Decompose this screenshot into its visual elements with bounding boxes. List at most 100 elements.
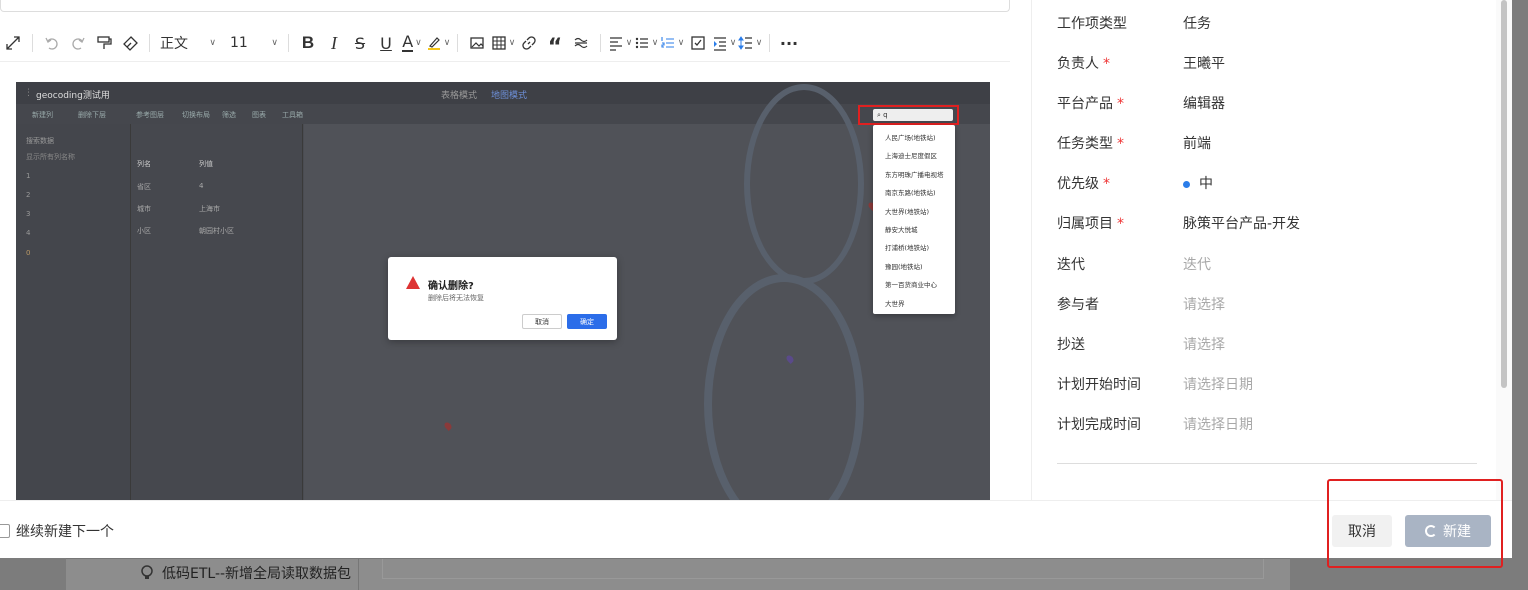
expand-icon[interactable]	[0, 30, 26, 56]
create-task-dialog: 正文 ∨ 11 ∨ B I S U A ∨ ∨ ∨ “ ∨ ∨ ∨ ∨ ∨ ··…	[0, 0, 1512, 558]
undo-icon[interactable]	[39, 30, 65, 56]
property-placeholder: 请选择	[1183, 337, 1225, 353]
background-task-row: 低码ETL--新增全局读取数据包	[66, 558, 1290, 590]
property-row-assignee[interactable]: 负责人 * 王曦平	[1057, 53, 1487, 73]
embedded-tool-item: 参考图层	[136, 111, 164, 119]
property-value: 前端	[1183, 136, 1211, 152]
quote-icon[interactable]: “	[542, 30, 568, 60]
property-row-start-date[interactable]: 计划开始时间 请选择日期	[1057, 374, 1487, 394]
property-row-type[interactable]: 工作项类型 任务	[1057, 13, 1487, 33]
embedded-table-cell: 朝园村小区	[199, 227, 234, 235]
indent-icon[interactable]: ∨	[711, 30, 737, 56]
property-row-iteration[interactable]: 迭代 迭代	[1057, 254, 1487, 274]
property-label: 归属项目 *	[1057, 213, 1183, 233]
redo-icon[interactable]	[65, 30, 91, 56]
property-row-priority[interactable]: 优先级 * 中	[1057, 173, 1487, 193]
properties-panel: 工作项类型 任务 负责人 * 王曦平 平台产品 * 编辑器 任务类型 * 前端 优先级…	[1031, 0, 1496, 500]
property-label: 任务类型 *	[1057, 133, 1183, 153]
italic-icon[interactable]: I	[321, 30, 347, 56]
line-height-icon[interactable]: ∨	[737, 30, 763, 56]
toolbar-divider	[600, 34, 601, 52]
chevron-down-icon: ∨	[508, 38, 516, 48]
checkbox-list-icon[interactable]	[685, 30, 711, 56]
property-label: 优先级 *	[1057, 173, 1183, 193]
required-star: *	[1117, 96, 1124, 112]
description-editor: 正文 ∨ 11 ∨ B I S U A ∨ ∨ ∨ “ ∨ ∨ ∨ ∨ ∨ ··…	[0, 0, 1030, 500]
property-label-text: 任务类型	[1057, 136, 1113, 152]
embedded-confirm-subtitle: 删除后将无法恢复	[428, 294, 484, 302]
background-divider	[358, 558, 359, 590]
property-label: 计划开始时间	[1057, 377, 1141, 393]
embedded-search-query: q	[883, 111, 888, 119]
embedded-tool-item: 删除下层	[78, 111, 106, 119]
eraser-icon[interactable]	[117, 30, 143, 56]
embedded-tree-item: 4	[26, 229, 31, 237]
property-row-project[interactable]: 归属项目 * 脉策平台产品-开发	[1057, 213, 1487, 233]
table-icon[interactable]: ∨	[490, 30, 516, 56]
chevron-down-icon: ∨	[677, 38, 685, 48]
embedded-table-header: 列值	[199, 160, 213, 168]
font-size-select[interactable]: 11 ∨	[226, 30, 282, 56]
font-color-icon[interactable]: A ∨	[399, 30, 425, 56]
bold-icon[interactable]: B	[295, 30, 321, 56]
underline-icon[interactable]: U	[373, 30, 399, 56]
property-placeholder: 请选择	[1183, 297, 1225, 313]
continue-create-label[interactable]: 继续新建下一个	[16, 521, 114, 541]
chevron-down-icon: ∨	[625, 38, 633, 48]
priority-value: 中	[1199, 176, 1213, 192]
property-row-participants[interactable]: 参与者 请选择	[1057, 294, 1487, 314]
embedded-topbar: ⋮ geocoding测试用 表格模式 地图模式	[16, 82, 990, 104]
embedded-result-item: 第一百货商业中心	[885, 281, 937, 290]
property-value: 中	[1183, 173, 1213, 193]
embedded-result-item: 大世界(地铁站)	[885, 207, 930, 216]
property-value: 编辑器	[1183, 96, 1225, 112]
embedded-search-results: 人民广场(地铁站) 上海迪士尼度假区 东方明珠广播电视塔 南京东路(地铁站) 大…	[873, 125, 955, 314]
embedded-result-item: 人民广场(地铁站)	[885, 134, 936, 142]
property-row-end-date[interactable]: 计划完成时间 请选择日期	[1057, 414, 1487, 434]
embedded-result-item: 打浦桥(地铁站)	[885, 244, 930, 253]
property-row-cc[interactable]: 抄送 请选择	[1057, 334, 1487, 354]
chevron-down-icon: ∨	[755, 38, 763, 48]
toolbar-divider	[457, 34, 458, 52]
title-input[interactable]	[0, 0, 1010, 12]
property-label: 参与者	[1057, 297, 1099, 313]
embedded-table-header: 列名	[137, 160, 151, 168]
paragraph-style-select[interactable]: 正文 ∨	[156, 30, 220, 56]
property-value: 脉策平台产品-开发	[1183, 216, 1301, 232]
scrollbar-thumb[interactable]	[1501, 0, 1507, 388]
more-icon[interactable]: ···	[776, 30, 802, 56]
embedded-tool-item: 工具箱	[282, 111, 303, 119]
embedded-result-item: 上海迪士尼度假区	[885, 152, 937, 161]
embedded-tree-item: 3	[26, 210, 31, 218]
embedded-view-tab: 地图模式	[491, 91, 528, 101]
embedded-tree-item: 1	[26, 172, 31, 180]
embedded-screenshot-image[interactable]: ⋮ geocoding测试用 表格模式 地图模式 新建列 删除下层 参考图层 切…	[16, 82, 990, 500]
embedded-result-item: 大世界	[885, 299, 905, 308]
property-value: 任务	[1183, 16, 1211, 32]
embedded-result-item: 静安大悦城	[885, 225, 918, 234]
embedded-tool-item: 切换布局	[182, 111, 210, 119]
divider-icon[interactable]	[568, 30, 594, 56]
strikethrough-icon[interactable]: S	[347, 30, 373, 56]
property-label: 负责人 *	[1057, 53, 1183, 73]
align-icon[interactable]: ∨	[607, 30, 633, 56]
embedded-tree-item: 0	[26, 249, 31, 257]
continue-create-checkbox[interactable]	[0, 524, 10, 538]
format-painter-icon[interactable]	[91, 30, 117, 56]
ordered-list-icon[interactable]: ∨	[659, 30, 685, 56]
bullet-list-icon[interactable]: ∨	[633, 30, 659, 56]
embedded-search: 搜索数据	[26, 137, 54, 145]
link-icon[interactable]	[516, 30, 542, 56]
property-placeholder: 请选择日期	[1183, 417, 1253, 433]
property-label-text: 优先级	[1057, 176, 1099, 192]
embedded-map-search: ⌕ q	[873, 109, 953, 121]
property-row-task-type[interactable]: 任务类型 * 前端	[1057, 133, 1487, 153]
embedded-tree-item: 2	[26, 191, 31, 199]
property-row-product[interactable]: 平台产品 * 编辑器	[1057, 93, 1487, 113]
embedded-result-item: 南京东路(地铁站)	[885, 189, 936, 198]
embedded-menu-icon: ⋮	[24, 88, 33, 98]
background-task-item: 低码ETL--新增全局读取数据包	[140, 563, 351, 583]
property-label: 平台产品 *	[1057, 93, 1183, 113]
image-icon[interactable]	[464, 30, 490, 56]
highlight-icon[interactable]: ∨	[425, 30, 451, 56]
